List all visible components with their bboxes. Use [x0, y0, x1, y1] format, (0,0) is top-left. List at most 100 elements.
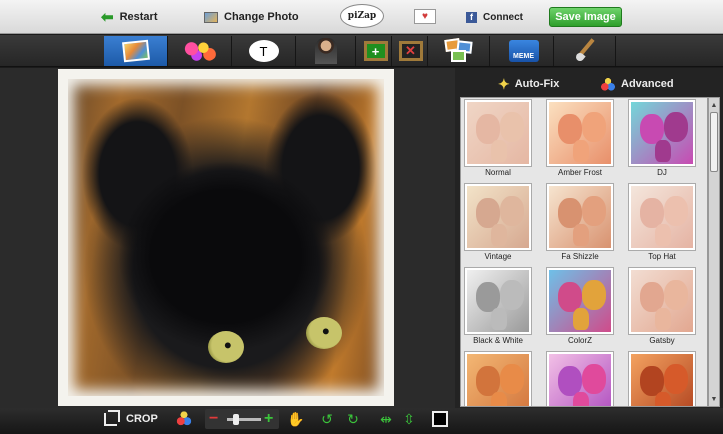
rotate-right-icon[interactable]: ↻: [344, 409, 362, 429]
effect-item[interactable]: Top Hat: [629, 184, 695, 262]
effect-label: Normal: [485, 168, 511, 177]
meme-tool[interactable]: MEME: [494, 36, 554, 66]
facebook-connect-button[interactable]: f Connect: [466, 0, 523, 34]
effect-label: Gatsby: [649, 336, 675, 345]
effect-thumbnail: [465, 268, 531, 334]
text-bubble-icon: T: [248, 40, 279, 62]
effect-item[interactable]: Gatsby: [629, 268, 695, 346]
effect-thumbnail: [629, 352, 695, 406]
effect-item[interactable]: Amber Frost: [547, 100, 613, 178]
effect-thumbnail: [547, 352, 613, 406]
effect-label: Black & White: [473, 336, 523, 345]
effect-item[interactable]: Vintage: [465, 184, 531, 262]
background-color-swatch[interactable]: [432, 411, 448, 427]
crop-icon: [104, 409, 120, 426]
back-arrow-icon: ⬅: [101, 9, 114, 26]
flip-horizontal-icon[interactable]: ⇹: [377, 409, 395, 429]
effect-thumbnail: [629, 100, 695, 166]
frame-add-icon: +: [363, 41, 388, 61]
add-frame-tool[interactable]: +: [360, 36, 392, 66]
flowers-icon: [182, 40, 217, 62]
facebook-icon: f: [466, 11, 477, 23]
scroll-thumb[interactable]: [710, 112, 718, 172]
effect-label: ColorZ: [567, 336, 592, 345]
cat-eye-right: [306, 317, 342, 349]
cutout-tool[interactable]: [296, 36, 356, 66]
logo-text: piZap: [347, 11, 377, 21]
collage-tool[interactable]: [430, 36, 490, 66]
effect-thumbnail: [465, 352, 531, 406]
panel-tabs: ✦ Auto-Fix Advanced: [455, 68, 723, 98]
effect-item[interactable]: Normal: [465, 100, 531, 178]
effect-item[interactable]: DJ: [629, 100, 695, 178]
crop-button[interactable]: CROP: [104, 408, 158, 430]
crop-label: CROP: [126, 413, 158, 425]
favorite-button[interactable]: ♥: [414, 9, 436, 24]
effect-thumbnail: [629, 184, 695, 250]
frame-remove-icon: ✕: [398, 41, 423, 61]
meme-icon: MEME: [508, 40, 539, 62]
photos-icon: [121, 39, 150, 63]
photo-effects-tool[interactable]: [104, 36, 168, 66]
effect-item[interactable]: Black & White: [465, 268, 531, 346]
effect-label: Fa Shizzle: [561, 252, 599, 261]
zoom-slider-knob[interactable]: [233, 414, 239, 425]
effect-thumbnail: [547, 184, 613, 250]
pan-hand-icon[interactable]: ✋: [287, 409, 305, 429]
flip-vertical-icon[interactable]: ⇳: [400, 409, 418, 429]
palette-icon: [600, 77, 616, 91]
effect-item[interactable]: Scrappy: [465, 352, 531, 406]
adjust-color-button[interactable]: [176, 410, 192, 426]
advanced-tab[interactable]: Advanced: [600, 73, 674, 95]
top-bar: ⬅ Restart Change Photo piZap ♥ f Connect…: [0, 0, 723, 34]
effect-item[interactable]: Fa Shizzle: [547, 184, 613, 262]
effect-thumbnail: [629, 268, 695, 334]
effects-grid: Normal Amber Frost DJ Vintage Fa Shizzle Top …: [460, 97, 708, 407]
effect-thumbnail: [547, 268, 613, 334]
heart-icon: ♥: [422, 11, 428, 22]
effect-thumbnail: [547, 100, 613, 166]
tool-bar: T + ✕ MEME: [0, 35, 723, 67]
effects-scrollbar[interactable]: ▲ ▼: [708, 97, 720, 407]
text-tool[interactable]: T: [232, 36, 296, 66]
scroll-up-icon[interactable]: ▲: [710, 100, 718, 110]
paint-tool[interactable]: [556, 36, 616, 66]
auto-fix-tab[interactable]: ✦ Auto-Fix: [498, 73, 559, 95]
change-photo-button[interactable]: Change Photo: [204, 0, 299, 34]
restart-button[interactable]: ⬅ Restart: [101, 0, 157, 34]
person-icon: [314, 38, 337, 64]
effect-label: Top Hat: [648, 252, 676, 261]
change-photo-label: Change Photo: [224, 11, 299, 23]
zoom-out-button[interactable]: −: [209, 410, 218, 427]
cat-eye-left: [208, 331, 244, 363]
collage-icon: [443, 38, 475, 63]
effect-label: Vintage: [484, 252, 512, 261]
connect-label: Connect: [483, 11, 523, 23]
effect-label: Amber Frost: [557, 168, 602, 177]
effect-item[interactable]: Nova: [547, 352, 613, 406]
photo-icon: [204, 11, 218, 23]
bottom-bar: CROP − + ✋ ↺ ↻ ⇹ ⇳: [0, 408, 723, 434]
sparkle-icon: ✦: [498, 75, 510, 92]
auto-fix-label: Auto-Fix: [514, 78, 560, 90]
remove-frame-tool[interactable]: ✕: [394, 36, 428, 66]
effect-item[interactable]: Andromeda: [629, 352, 695, 406]
editing-canvas[interactable]: [0, 68, 455, 408]
effect-thumbnail: [465, 184, 531, 250]
cat-photo[interactable]: [68, 79, 384, 396]
effect-item[interactable]: ColorZ: [547, 268, 613, 346]
zoom-slider[interactable]: [227, 414, 261, 425]
effect-thumbnail: [465, 100, 531, 166]
scroll-down-icon[interactable]: ▼: [710, 394, 718, 404]
rotate-left-icon[interactable]: ↺: [318, 409, 336, 429]
effect-label: DJ: [657, 168, 667, 177]
advanced-label: Advanced: [621, 78, 674, 90]
stickers-tool[interactable]: [168, 36, 232, 66]
restart-label: Restart: [119, 11, 158, 23]
effects-panel: ✦ Auto-Fix Advanced Normal Amber Frost DJ V…: [455, 68, 723, 408]
photo-frame: [58, 69, 394, 406]
zoom-in-button[interactable]: +: [264, 410, 273, 427]
zoom-control: − +: [205, 409, 279, 429]
pizap-logo[interactable]: piZap: [340, 4, 384, 28]
save-image-button[interactable]: Save Image: [549, 7, 622, 27]
